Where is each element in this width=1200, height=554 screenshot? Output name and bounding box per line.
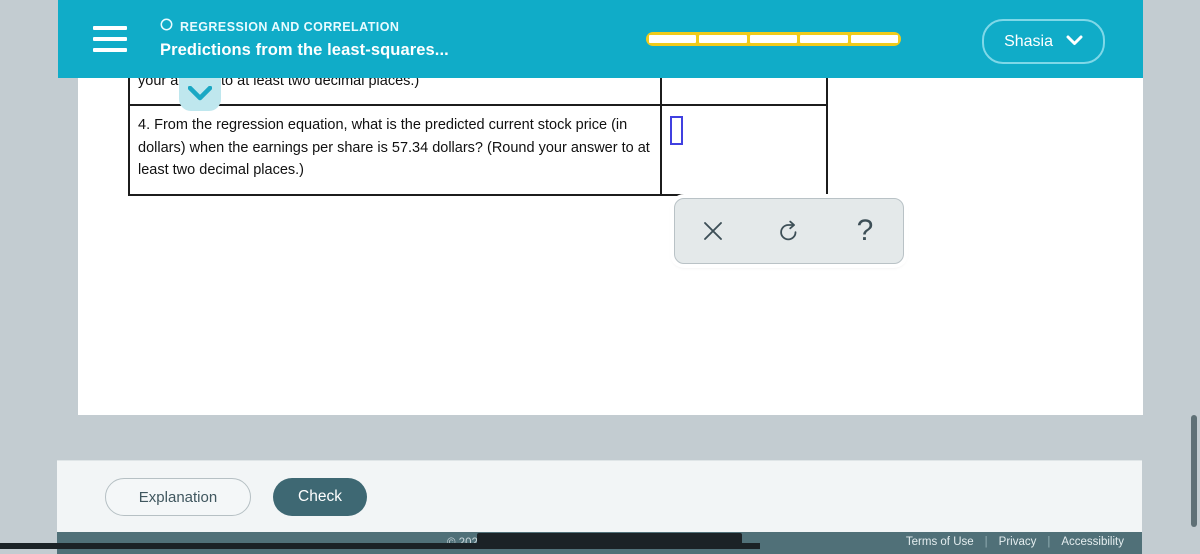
accessibility-link[interactable]: Accessibility [1061,536,1124,548]
hamburger-bar [93,48,127,52]
undo-button[interactable] [766,208,812,254]
clear-button[interactable] [690,208,736,254]
page-scrollbar[interactable] [1186,0,1200,554]
answer-input[interactable] [670,116,683,146]
footer-links: Terms of Use | Privacy | Accessibility [906,536,1124,548]
table-row: 4. From the regression equation, what is… [128,104,828,196]
question-text-current: 4. From the regression equation, what is… [138,117,650,179]
answer-tool-palette: ? [674,198,904,264]
header-titles: REGRESSION AND CORRELATION Predictions f… [160,18,449,60]
undo-arrow-icon [777,219,801,243]
help-button[interactable]: ? [842,208,888,254]
answer-cell-current[interactable] [660,104,828,196]
circle-outline-icon [160,18,173,36]
terms-of-use-link[interactable]: Terms of Use [906,536,974,548]
chevron-down-icon [1066,33,1083,51]
user-menu-button[interactable]: Shasia [982,19,1105,64]
progress-segment [850,35,899,43]
question-cell-current: 4. From the regression equation, what is… [128,104,662,196]
question-mark-icon: ? [856,214,874,247]
action-bar: Explanation Check [57,460,1142,533]
progress-segment [699,35,747,43]
hamburger-icon[interactable] [93,26,127,52]
footer-separator: | [984,536,988,548]
explanation-button[interactable]: Explanation [105,478,251,516]
quiz-table: your answer to at least two decimal plac… [128,59,828,196]
hamburger-bar [93,37,127,41]
breadcrumb-topic: REGRESSION AND CORRELATION [180,20,400,34]
progress-segment [649,35,697,43]
check-button[interactable]: Check [273,478,367,516]
page-title: Predictions from the least-squares... [160,41,449,59]
close-x-icon [702,220,724,242]
app-header: REGRESSION AND CORRELATION Predictions f… [58,0,1143,78]
expand-row-button[interactable] [179,75,221,111]
privacy-link[interactable]: Privacy [999,536,1037,548]
hamburger-bar [93,26,127,30]
progress-segment [800,35,848,43]
progress-segment [749,35,798,43]
footer-separator: | [1047,536,1051,548]
user-menu-label: Shasia [1004,32,1053,50]
progress-bar [646,32,901,46]
scrollbar-thumb[interactable] [1191,415,1197,527]
chevron-down-icon [188,85,212,101]
breadcrumb: REGRESSION AND CORRELATION [160,18,449,36]
bottom-redaction-strip [0,543,760,549]
